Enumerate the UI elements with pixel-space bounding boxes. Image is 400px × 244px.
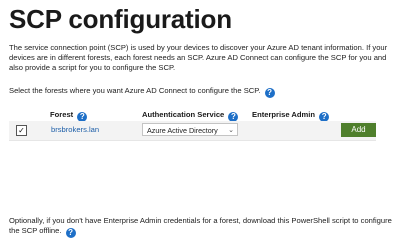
authentication-service-select[interactable]: Azure Active Directory ⌄ bbox=[142, 123, 238, 136]
footer-note: Optionally, if you don't have Enterprise… bbox=[9, 216, 394, 238]
forest-name: brsbrokers.lan bbox=[51, 125, 100, 134]
forest-select-prompt: Select the forests where you want Azure … bbox=[9, 86, 275, 98]
authentication-service-value: Azure Active Directory bbox=[147, 126, 218, 135]
scp-description: The service connection point (SCP) is us… bbox=[9, 43, 388, 72]
checkmark-icon: ✓ bbox=[18, 126, 25, 135]
help-question-icon[interactable]: ? bbox=[65, 228, 76, 238]
add-button[interactable]: Add bbox=[341, 123, 376, 137]
page-title: SCP configuration bbox=[9, 4, 232, 34]
forest-checkbox[interactable]: ✓ bbox=[16, 125, 27, 136]
prompt-text: Select the forests where you want Azure … bbox=[9, 86, 261, 95]
table-row: ✓ brsbrokers.lan Azure Active Directory … bbox=[9, 121, 376, 141]
table-header: Forest ? Authentication Service ? Enterp… bbox=[9, 109, 376, 122]
help-question-icon[interactable]: ? bbox=[264, 88, 275, 98]
chevron-down-icon: ⌄ bbox=[228, 127, 234, 134]
